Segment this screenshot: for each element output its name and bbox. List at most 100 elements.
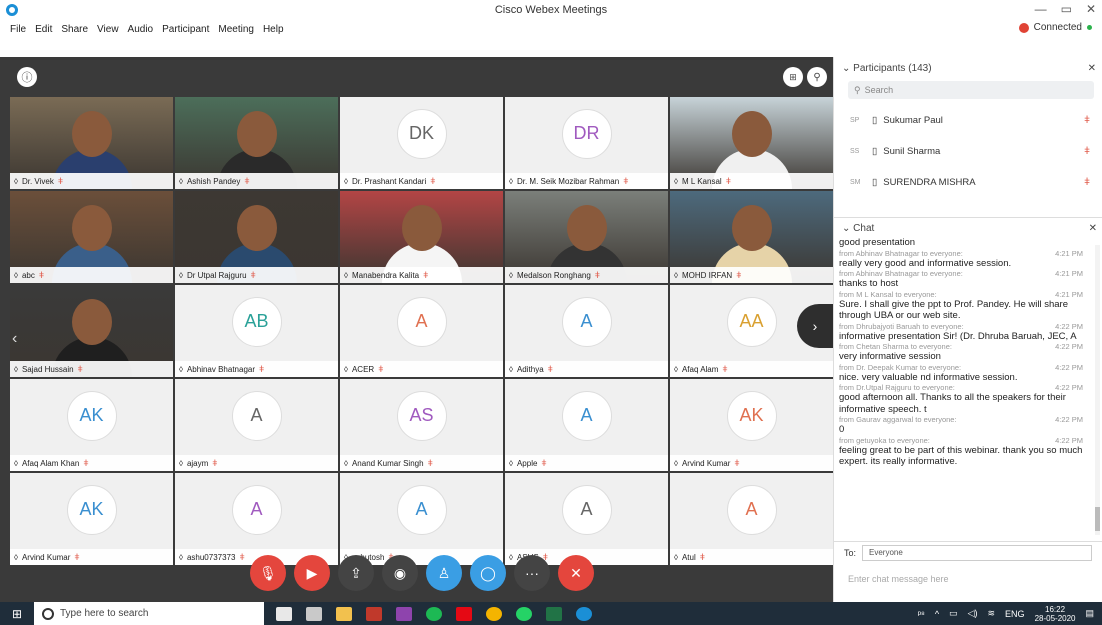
spotify-icon[interactable]: [426, 606, 442, 621]
mic-muted-icon: ǂ: [1084, 177, 1090, 188]
close-chat-icon[interactable]: ✕: [1089, 223, 1097, 234]
chat-icon: ◯: [480, 564, 496, 581]
person-head: [732, 205, 772, 251]
participant-tile[interactable]: ◊ Ashish Pandey ǂ: [175, 97, 338, 189]
windows-start-icon[interactable]: ⊞: [0, 607, 34, 621]
close-button[interactable]: ✕: [1086, 2, 1096, 16]
participant-tile[interactable]: DK ◊ Dr. Prashant Kandari ǂ: [340, 97, 503, 189]
menu-edit[interactable]: Edit: [35, 24, 52, 35]
menu-help[interactable]: Help: [263, 24, 284, 35]
minimize-button[interactable]: —: [1035, 2, 1047, 16]
device-icon: ◊: [509, 458, 513, 468]
video-grid: ◊ Dr. Vivek ǂ ◊ Ashish Pandey ǂ DK ◊ Dr. Prashan…: [10, 97, 833, 567]
menu-file[interactable]: File: [10, 24, 26, 35]
participant-tile[interactable]: ◊ Dr Utpal Rajguru ǂ: [175, 191, 338, 283]
leave-button[interactable]: ✕: [558, 555, 594, 591]
participant-search-input[interactable]: ⚲ Search: [848, 81, 1094, 99]
previous-page-button[interactable]: ‹: [12, 319, 26, 359]
clock[interactable]: 16:22 28-05-2020: [1035, 605, 1076, 623]
menu-audio[interactable]: Audio: [128, 24, 154, 35]
more-button[interactable]: ···: [514, 555, 550, 591]
device-icon: ▯: [872, 146, 878, 157]
next-page-button[interactable]: ›: [797, 304, 833, 348]
participant-tile[interactable]: ◊ Manabendra Kalita ǂ: [340, 191, 503, 283]
participant-tile[interactable]: AS ◊ Anand Kumar Singh ǂ: [340, 379, 503, 471]
chat-text: informative presentation Sir! (Dr. Dhrub…: [839, 330, 1077, 342]
recipient-value: Everyone: [869, 548, 903, 557]
avatar-initials: DK: [396, 108, 447, 159]
participant-tile[interactable]: A◊ASUSǂ: [505, 473, 668, 565]
recipient-select[interactable]: Everyone: [862, 544, 1093, 561]
chrome-icon[interactable]: [486, 606, 502, 621]
participant-list-item[interactable]: SS ▯ Sunil Sharma ǂ: [834, 136, 1102, 167]
participant-name-bar: ◊ Dr. Prashant Kandari ǂ: [340, 173, 503, 189]
wifi-icon[interactable]: ≋: [988, 608, 996, 619]
participant-list-item[interactable]: SP ▯ Sukumar Paul ǂ: [834, 105, 1102, 136]
taskbar-search-input[interactable]: Type here to search: [34, 602, 264, 625]
participant-tile[interactable]: AB ◊ Abhinav Bhatnagar ǂ: [175, 285, 338, 377]
participant-tile[interactable]: A ◊ ACER ǂ: [340, 285, 503, 377]
chat-scrollbar[interactable]: [1095, 245, 1100, 535]
netflix-icon[interactable]: [456, 606, 472, 621]
notifications-icon[interactable]: ▤: [1085, 608, 1094, 619]
language-indicator[interactable]: ENG: [1005, 609, 1025, 619]
task-view-icon[interactable]: [306, 606, 322, 621]
participant-tile[interactable]: ◊ M L Kansal ǂ: [670, 97, 833, 189]
grid-layout-button[interactable]: ⊞: [783, 67, 803, 87]
chat-message-input[interactable]: Enter chat message here: [842, 569, 1092, 589]
app-red-icon[interactable]: [366, 606, 382, 621]
participant-name-bar: ◊ Dr. Vivek ǂ: [10, 173, 173, 189]
participant-list-item[interactable]: SM ▯ SURENDRA MISHRA ǂ: [834, 167, 1102, 198]
participants-button[interactable]: ♙: [426, 555, 462, 591]
store-icon[interactable]: [396, 606, 412, 621]
chat-header[interactable]: ⌄ Chat ✕: [834, 217, 1102, 239]
menu-participant[interactable]: Participant: [162, 24, 209, 35]
chat-button[interactable]: ◯: [470, 555, 506, 591]
participant-tile[interactable]: AK ◊ Arvind Kumar ǂ: [10, 473, 173, 565]
participant-tile[interactable]: ◊ Sajad Hussain ǂ: [10, 285, 173, 377]
participant-tile[interactable]: AK ◊ Afaq Alam Khan ǂ: [10, 379, 173, 471]
tray-chevron-icon[interactable]: ^: [935, 609, 939, 619]
maximize-button[interactable]: ▭: [1061, 2, 1072, 16]
participants-header[interactable]: ⌄ Participants (143) ✕: [834, 57, 1102, 79]
file-explorer-icon[interactable]: [336, 606, 352, 621]
chat-log[interactable]: good presentation from Abhinav Bhatnagar …: [834, 237, 1102, 532]
webex-taskbar-icon[interactable]: [576, 606, 592, 621]
participant-tile[interactable]: ◊ abc ǂ: [10, 191, 173, 283]
whatsapp-icon[interactable]: [516, 606, 532, 621]
chat-time: 4:22 PM: [1055, 415, 1083, 424]
volume-icon[interactable]: ◁): [968, 608, 978, 619]
device-icon: ◊: [674, 458, 678, 468]
participant-name-bar: ◊ MOHD IRFAN ǂ: [670, 267, 833, 283]
participant-tile[interactable]: ◊ Medalson Ronghang ǂ: [505, 191, 668, 283]
participant-tile[interactable]: ◊ Dr. Vivek ǂ: [10, 97, 173, 189]
avatar-initials: A: [396, 296, 447, 347]
participant-tile[interactable]: DR ◊ Dr. M. Seik Mozibar Rahman ǂ: [505, 97, 668, 189]
people-icon[interactable]: ᵖ⁸: [918, 609, 925, 619]
participant-tile[interactable]: A ◊ Apple ǂ: [505, 379, 668, 471]
meeting-info-button[interactable]: ⓘ: [17, 67, 37, 87]
participant-tile[interactable]: A ◊ ashu0737373 ǂ: [175, 473, 338, 565]
menu-share[interactable]: Share: [61, 24, 88, 35]
lock-icon[interactable]: ⚲: [807, 67, 827, 87]
mute-button[interactable]: 🎙: [250, 555, 286, 591]
microphone-taskbar-icon[interactable]: [276, 606, 292, 621]
participant-tile[interactable]: A ◊ Atul ǂ: [670, 473, 833, 565]
device-icon: ◊: [179, 458, 183, 468]
share-button[interactable]: ⇪: [338, 555, 374, 591]
menu-view[interactable]: View: [97, 24, 119, 35]
battery-icon[interactable]: ▭: [949, 608, 958, 619]
participant-tile[interactable]: ◊ MOHD IRFAN ǂ: [670, 191, 833, 283]
close-participants-icon[interactable]: ✕: [1088, 63, 1096, 74]
excel-icon[interactable]: [546, 606, 562, 621]
mic-muted-icon: ǂ: [736, 270, 742, 280]
chat-message: from Abhinav Bhatnagar to everyone: 4:21 …: [839, 249, 1095, 270]
participant-tile[interactable]: A ◊ ajaym ǂ: [175, 379, 338, 471]
record-button[interactable]: ◉: [382, 555, 418, 591]
participant-tile[interactable]: A◊ashutoshǂ: [340, 473, 503, 565]
participant-tile[interactable]: A ◊ Adithya ǂ: [505, 285, 668, 377]
video-button[interactable]: ▶: [294, 555, 330, 591]
participant-tile[interactable]: AK ◊ Arvind Kumar ǂ: [670, 379, 833, 471]
menu-meeting[interactable]: Meeting: [218, 24, 254, 35]
chat-scrollbar-thumb[interactable]: [1095, 507, 1100, 531]
